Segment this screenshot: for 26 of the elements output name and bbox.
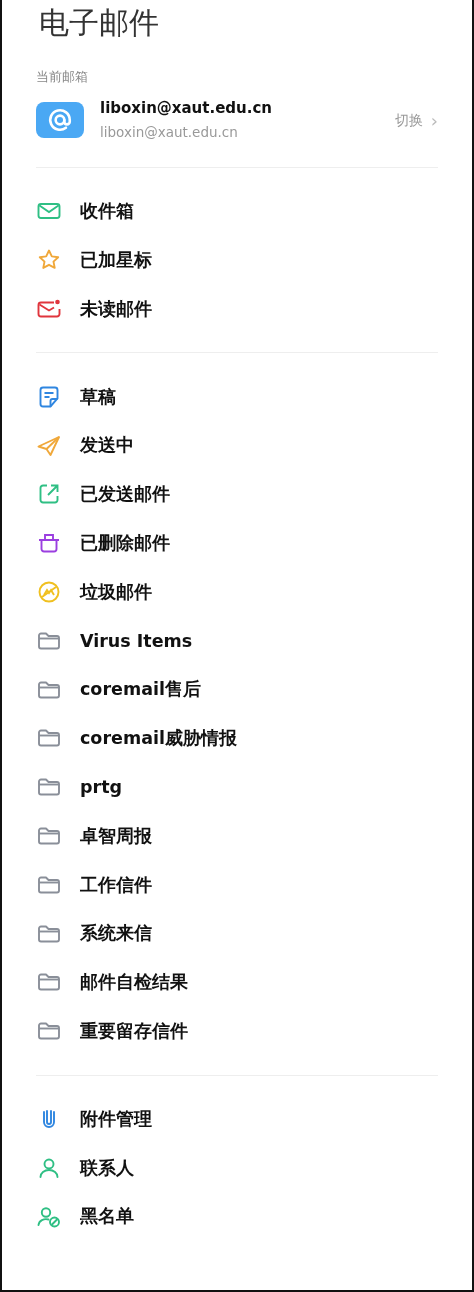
folder-item[interactable]: 已发送邮件: [36, 470, 438, 519]
folder-item[interactable]: 邮件自检结果: [36, 957, 438, 1007]
section-label: 当前邮箱: [36, 68, 88, 86]
folder-item[interactable]: 工作信件: [36, 860, 438, 910]
folder-item[interactable]: 已删除邮件: [36, 518, 438, 568]
folder-item[interactable]: coremail售后: [36, 665, 438, 714]
folder-item[interactable]: 重要留存信件: [36, 1006, 438, 1056]
folder-item[interactable]: 未读邮件: [36, 284, 438, 334]
folder-item[interactable]: prtg: [36, 762, 438, 812]
account-address: liboxin@xaut.edu.cn: [100, 124, 238, 140]
folder-item[interactable]: 收件箱: [36, 187, 438, 236]
page-title: 电子邮件: [39, 4, 160, 42]
chevron-icon: ›: [430, 106, 438, 134]
folder-item[interactable]: 联系人: [36, 1143, 438, 1193]
at-icon: [36, 102, 84, 138]
folder-item[interactable]: 黑名单: [36, 1192, 438, 1241]
account-name: liboxin@xaut.edu.cn: [100, 99, 273, 117]
folder-item[interactable]: 系统来信: [36, 909, 438, 958]
folder-item[interactable]: 卓智周报: [36, 811, 438, 861]
folder-item[interactable]: Virus Items: [36, 616, 438, 666]
folder-item[interactable]: 发送中: [36, 421, 438, 470]
folder-item[interactable]: coremail威胁情报: [36, 713, 438, 763]
folder-item[interactable]: 垃圾邮件: [36, 567, 438, 617]
folder-item[interactable]: 已加星标: [36, 235, 438, 285]
folder-item[interactable]: 附件管理: [36, 1094, 438, 1144]
folder-item[interactable]: 草稿: [36, 372, 438, 422]
